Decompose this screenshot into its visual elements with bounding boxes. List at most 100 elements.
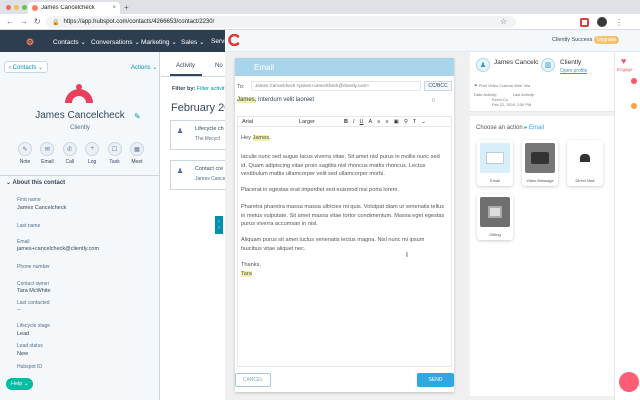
url-field[interactable]: 🔒 https://app.hubspot.com/contacts/42666… [46,16,516,28]
notification-dot [631,103,637,109]
filter-label: Filter by: [172,86,196,92]
maximize-window-dot[interactable] [22,5,27,10]
actions-dropdown[interactable]: Actions ⌄ [131,64,157,71]
body-paragraph: Iaculis nunc sed augue lacus viverra vit… [241,154,440,177]
meet-button[interactable]: ▦ Meet [128,142,146,165]
to-field[interactable]: James Cancelcheck <james+cancelcheck@cli… [251,81,421,91]
hubspot-favicon [32,5,38,11]
meta-label: Last Activity: [512,92,535,97]
size-select[interactable]: Larger [299,119,339,125]
close-window-dot[interactable] [6,5,11,10]
upgrade-badge[interactable]: Upgrade [594,36,620,44]
signature-merge-name: Tara [241,271,252,277]
close-tab-icon[interactable]: × [112,5,116,11]
composer-title: Email [254,63,275,72]
back-to-contacts-link[interactable]: ‹ Contacts ⌄ [4,61,49,73]
filter-activity-link[interactable]: Filter activit [197,86,225,92]
timeline-card[interactable]: ♟ Lifecycle ch The lifecycl [170,120,230,150]
engage-icon[interactable]: ♥ [621,56,626,66]
bookmark-star-icon[interactable]: ☆ [500,17,507,26]
log-button[interactable]: + Log [83,142,101,165]
edit-pencil-icon[interactable]: ✎ [134,112,141,121]
field-label: Contact owner [17,281,50,287]
image-icon[interactable]: ▣ [394,119,399,125]
cc-bcc-button[interactable]: CC/BCC [424,81,452,91]
hubspot-logo-icon[interactable]: ⚙ [26,37,34,48]
send-button[interactable]: SEND [417,373,454,387]
link-icon[interactable]: ⚲ [404,119,408,125]
url-text: https://app.hubspot.com/contacts/4266653… [63,19,215,25]
subject-field[interactable]: James, Interdum velit laoreet [237,97,407,103]
mailbox-icon [570,143,600,173]
nav-service[interactable]: Servi [211,38,226,45]
tab-notes[interactable]: No [215,63,223,69]
bullet-list-icon[interactable]: ≡ [377,119,380,125]
action-tile-gifting[interactable]: Gifting [477,194,513,240]
field-label: Email [17,239,30,245]
action-tile-direct-mail[interactable]: Direct Mail [567,140,603,186]
nav-sales[interactable]: Sales ⌄ [181,38,205,46]
field-value-lead-status[interactable]: New [17,351,28,357]
nav-marketing[interactable]: Marketing ⌄ [141,38,177,46]
email-button[interactable]: ✉ Email [38,142,56,165]
cliently-extension-icon[interactable] [580,17,589,27]
field-label: Last contacted [17,300,50,306]
underline-icon[interactable]: U [360,119,364,125]
forward-icon[interactable]: → [20,17,28,26]
help-button[interactable]: Help ⌄ [6,378,34,390]
field-label: Lifecycle stage [17,323,51,329]
body-paragraph: Placerat in egestas erat imperdiet sed e… [241,187,399,193]
field-value-last-contacted: -- [17,307,21,313]
email-icon: ✉ [40,142,55,156]
recipient-meta: ⚑ Print Video Custom Web Vlia [474,83,531,88]
note-label: Note [19,159,31,165]
field-value-owner[interactable]: Tara McWhite [17,288,51,294]
action-tile-email[interactable]: Email [477,140,513,186]
field-value-email[interactable]: james+cancelcheck@cliently.com [17,246,99,252]
numbered-list-icon[interactable]: ≡ [385,119,388,125]
open-profile-link[interactable]: Open profile [560,68,587,74]
body-paragraph: Pharetra pharetra massa massa ultricies … [241,204,445,227]
profile-avatar[interactable] [597,17,607,27]
note-button[interactable]: ✎ Note [16,142,34,165]
nav-contacts[interactable]: Contacts ⌄ [53,38,86,46]
card-title: Lifecycle ch [195,126,224,132]
field-label: Phone number [17,264,50,270]
tab-activity[interactable]: Activity [176,63,195,69]
timeline-card[interactable]: ♟ Contact cre James Cancel [170,160,230,190]
browser-tab[interactable]: James Cancelcheck × [28,2,120,14]
font-select[interactable]: Arial [242,119,294,125]
field-value-firstname[interactable]: James Cancelcheck [17,205,66,211]
greeting-merge-name: James [252,135,269,141]
clear-format-icon[interactable]: T [413,119,416,125]
task-button[interactable]: ☐ Task [106,142,124,165]
log-label: Log [88,159,97,165]
call-button[interactable]: ✆ Call [61,142,79,165]
nav-conversations[interactable]: Conversations ⌄ [91,38,140,46]
recipient-name: James Cancelc [494,59,539,66]
person-icon: ♟ [177,128,184,135]
italic-icon[interactable]: I [353,119,355,125]
about-section-toggle[interactable]: ⌄ About this contact [6,179,65,186]
collapse-panel-button[interactable]: › › [215,216,223,234]
bold-icon[interactable]: B [344,119,348,125]
task-label: Task [109,159,120,165]
new-tab-button[interactable]: + [124,3,129,12]
to-label: To: [237,84,245,90]
greeting-post: , [269,135,271,141]
action-tile-video[interactable]: Video Message [522,140,558,186]
back-icon[interactable]: ← [6,17,14,26]
chat-launcher-button[interactable] [619,372,639,392]
selected-action[interactable]: ▸ Email [524,125,544,131]
cliently-logo-icon [228,34,240,46]
browser-menu-icon[interactable]: ⋮ [615,18,623,27]
cancel-button[interactable]: CANCEL [235,373,271,387]
field-label: Lead status [17,343,43,349]
more-dropdown-icon[interactable]: ⌄ [421,119,426,125]
minimize-window-dot[interactable] [14,5,19,10]
text-color-icon[interactable]: A [369,119,373,125]
tile-label: Email [489,178,500,183]
greeting-pre: Hey [241,135,253,141]
reload-icon[interactable]: ↻ [34,17,41,26]
field-value-lifecycle[interactable]: Lead [17,331,29,337]
